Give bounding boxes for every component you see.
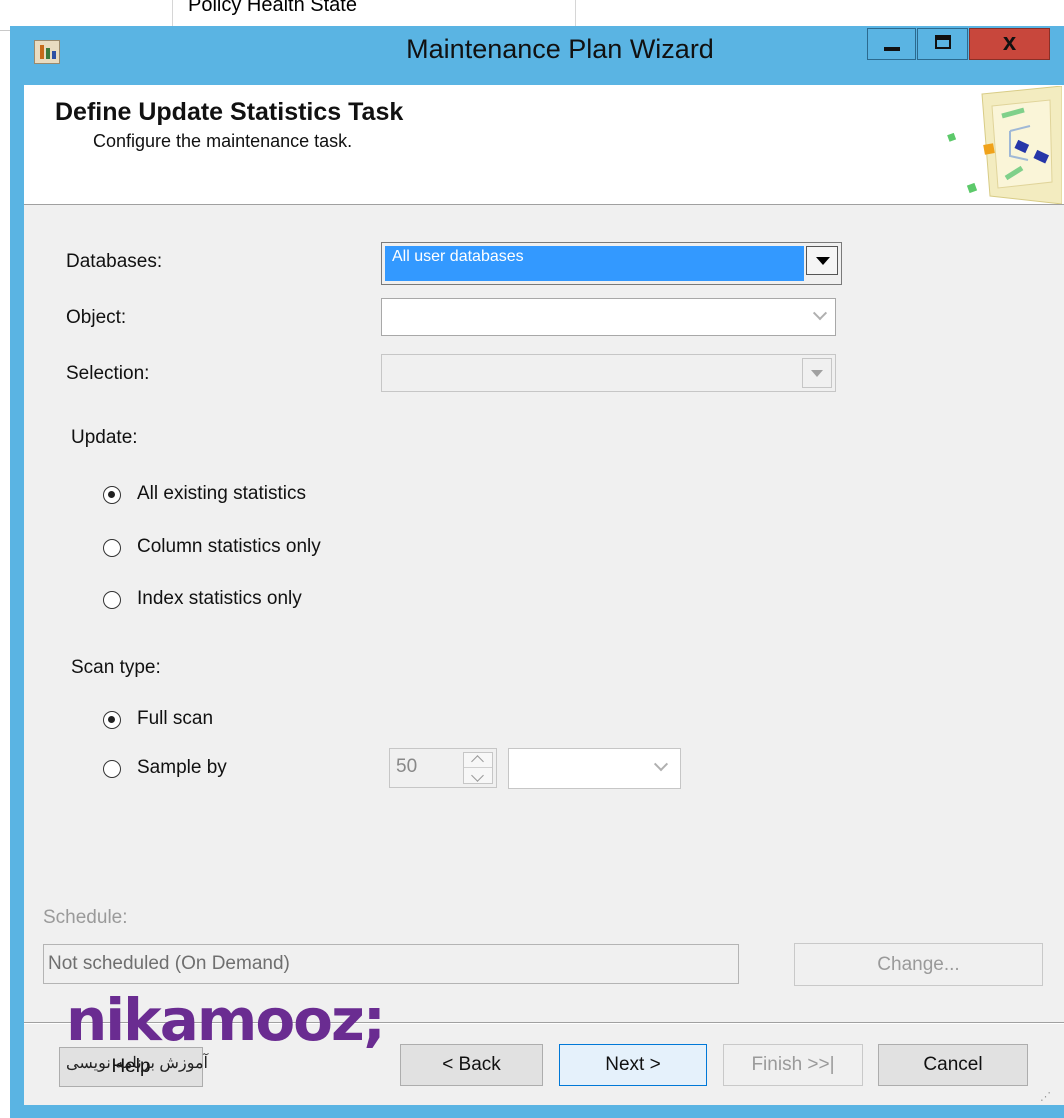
close-button[interactable]: x	[969, 28, 1050, 60]
close-icon: x	[1002, 29, 1017, 56]
window-title: Maintenance Plan Wizard	[406, 34, 714, 64]
databases-value: All user databases	[392, 248, 524, 265]
watermark-logo: nikamooz;	[66, 986, 386, 1054]
update-option-label: Index statistics only	[137, 588, 302, 609]
stepper-buttons	[463, 752, 493, 784]
watermark-subtitle: آموزش برنامه نویسی	[66, 1055, 208, 1072]
schedule-label: Schedule:	[43, 907, 128, 928]
radio-unchecked-icon[interactable]	[103, 760, 121, 778]
object-combo[interactable]	[381, 298, 836, 336]
selection-combo	[381, 354, 836, 392]
chevron-down-icon	[812, 306, 828, 321]
resize-grip-icon[interactable]: ⋰	[1040, 1090, 1060, 1104]
wizard-banner-icon	[947, 86, 1062, 204]
databases-combo[interactable]: All user databases	[381, 242, 842, 285]
maximize-button[interactable]	[917, 28, 968, 60]
schedule-field: Not scheduled (On Demand)	[43, 944, 739, 984]
sample-value-stepper: 50	[389, 748, 497, 788]
cancel-button[interactable]: Cancel	[878, 1044, 1028, 1086]
maximize-icon	[935, 35, 951, 49]
scan-type-label: Scan type:	[71, 657, 161, 678]
change-schedule-button: Change...	[794, 943, 1043, 986]
object-label: Object:	[66, 307, 127, 328]
chevron-down-icon	[653, 757, 669, 772]
update-option-label: Column statistics only	[137, 536, 321, 557]
radio-unchecked-icon[interactable]	[103, 591, 121, 609]
page-subtitle: Configure the maintenance task.	[93, 131, 353, 151]
sample-unit-combo	[508, 748, 681, 789]
minimize-icon	[884, 47, 900, 51]
scan-option-label: Full scan	[137, 708, 214, 729]
minimize-button[interactable]	[867, 28, 916, 60]
selection-label: Selection:	[66, 363, 150, 384]
radio-unchecked-icon[interactable]	[103, 539, 121, 557]
radio-checked-icon[interactable]	[103, 711, 121, 729]
databases-label: Databases:	[66, 251, 163, 272]
chevron-down-icon	[471, 769, 484, 782]
next-button[interactable]: Next >	[559, 1044, 707, 1086]
sample-value: 50	[396, 756, 418, 777]
radio-checked-icon[interactable]	[103, 486, 121, 504]
update-label: Update:	[71, 427, 138, 448]
finish-button: Finish >>|	[723, 1044, 863, 1086]
update-option-label: All existing statistics	[137, 483, 306, 504]
maintenance-plan-icon[interactable]	[34, 40, 60, 64]
page-title: Define Update Statistics Task	[55, 98, 404, 126]
background-tree-item: Policy Health State	[188, 0, 357, 16]
schedule-value: Not scheduled (On Demand)	[48, 953, 290, 974]
scan-option-label: Sample by	[137, 757, 227, 778]
chevron-down-icon	[802, 358, 832, 388]
back-button[interactable]: < Back	[400, 1044, 543, 1086]
chevron-down-icon[interactable]	[806, 246, 838, 275]
